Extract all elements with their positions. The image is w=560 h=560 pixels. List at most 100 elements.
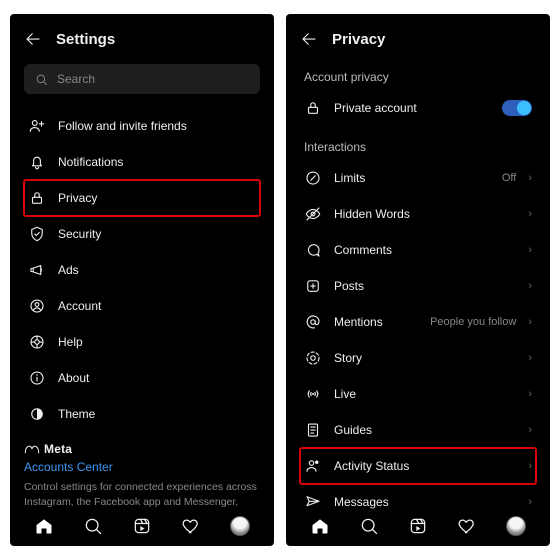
tab-activity[interactable] <box>181 516 201 536</box>
live-icon <box>304 385 322 403</box>
notifications-row[interactable]: Notifications <box>24 144 260 180</box>
chevron-right-icon: › <box>528 496 532 508</box>
meta-brand-text: Meta <box>44 442 72 456</box>
live-row[interactable]: Live › <box>300 376 536 412</box>
search-icon <box>34 72 49 87</box>
search-input[interactable]: Search <box>24 64 260 94</box>
row-label: Help <box>58 335 256 349</box>
theme-row[interactable]: Theme <box>24 396 260 432</box>
row-label: Hidden Words <box>334 207 516 221</box>
comment-icon <box>304 241 322 259</box>
chevron-right-icon: › <box>528 424 532 436</box>
privacy-title: Privacy <box>332 31 385 48</box>
row-label: Follow and invite friends <box>58 119 256 133</box>
limits-row[interactable]: Limits Off › <box>300 160 536 196</box>
search-placeholder: Search <box>57 72 95 86</box>
tab-reels[interactable] <box>132 516 152 536</box>
meta-logo-icon <box>24 444 40 455</box>
lock-icon <box>28 189 46 207</box>
message-icon <box>304 493 322 510</box>
row-label: Messages <box>334 495 516 509</box>
tab-profile[interactable] <box>506 516 526 536</box>
chevron-right-icon: › <box>528 208 532 220</box>
tab-reels[interactable] <box>408 516 428 536</box>
security-row[interactable]: Security <box>24 216 260 252</box>
settings-title: Settings <box>56 31 115 48</box>
posts-row[interactable]: Posts› <box>300 268 536 304</box>
story-row[interactable]: Story › <box>300 340 536 376</box>
chevron-right-icon: › <box>528 244 532 256</box>
account-row[interactable]: Account <box>24 288 260 324</box>
back-arrow-icon[interactable] <box>300 30 318 48</box>
limits-icon <box>304 169 322 187</box>
row-label: Mentions <box>334 315 418 329</box>
chevron-right-icon: › <box>528 460 532 472</box>
lifebuoy-icon <box>28 333 46 351</box>
row-label: Account <box>58 299 256 313</box>
lock-icon <box>304 99 322 117</box>
chevron-right-icon: › <box>528 172 532 184</box>
help-row[interactable]: Help <box>24 324 260 360</box>
megaphone-icon <box>28 261 46 279</box>
row-label: Privacy <box>58 191 256 205</box>
chevron-right-icon: › <box>528 388 532 400</box>
info-icon <box>28 369 46 387</box>
about-row[interactable]: About <box>24 360 260 396</box>
messages-row[interactable]: Messages › <box>300 484 536 510</box>
mentions-row[interactable]: Mentions People you follow › <box>300 304 536 340</box>
tab-bar <box>10 510 274 546</box>
chevron-right-icon: › <box>528 280 532 292</box>
private-account-toggle[interactable] <box>502 100 532 116</box>
chevron-right-icon: › <box>528 316 532 328</box>
meta-blurb: Control settings for connected experienc… <box>24 480 260 510</box>
tab-home[interactable] <box>310 516 330 536</box>
account-icon <box>28 297 46 315</box>
hidden-words-row[interactable]: Hidden Words › <box>300 196 536 232</box>
comments-row[interactable]: Comments › <box>300 232 536 268</box>
guides-icon <box>304 421 322 439</box>
row-label: Live <box>334 387 516 401</box>
row-label: Guides <box>334 423 516 437</box>
settings-screen: Settings Search Follow and invite friend… <box>10 14 274 546</box>
row-label: Security <box>58 227 256 241</box>
ads-row[interactable]: Ads <box>24 252 260 288</box>
row-label: About <box>58 371 256 385</box>
plus-box-icon <box>304 277 322 295</box>
row-trail: Off <box>502 172 516 184</box>
row-label: Story <box>334 351 516 365</box>
chevron-right-icon: › <box>528 352 532 364</box>
shield-icon <box>28 225 46 243</box>
person-plus-icon <box>28 117 46 135</box>
privacy-screen: Privacy Account privacy Private account … <box>286 14 550 546</box>
row-label: Comments <box>334 243 516 257</box>
tab-search[interactable] <box>83 516 103 536</box>
row-trail: People you follow <box>430 316 516 328</box>
tab-activity[interactable] <box>457 516 477 536</box>
meta-section: Meta Accounts Center Control settings fo… <box>24 442 260 510</box>
story-icon <box>304 349 322 367</box>
tab-search[interactable] <box>359 516 379 536</box>
row-label: Ads <box>58 263 256 277</box>
tab-bar <box>286 510 550 546</box>
privacy-row[interactable]: Privacy <box>24 180 260 216</box>
accounts-center-link[interactable]: Accounts Center <box>24 460 260 474</box>
row-label: Activity Status <box>334 459 516 473</box>
tab-home[interactable] <box>34 516 54 536</box>
section-account-privacy: Account privacy <box>300 56 536 90</box>
private-account-label: Private account <box>334 101 490 115</box>
at-icon <box>304 313 322 331</box>
tab-profile[interactable] <box>230 516 250 536</box>
section-interactions: Interactions <box>300 126 536 160</box>
back-arrow-icon[interactable] <box>24 30 42 48</box>
guides-row[interactable]: Guides › <box>300 412 536 448</box>
activity-icon <box>304 457 322 475</box>
private-account-row[interactable]: Private account <box>300 90 536 126</box>
row-label: Limits <box>334 171 490 185</box>
row-label: Theme <box>58 407 256 421</box>
eye-off-icon <box>304 205 322 223</box>
theme-icon <box>28 405 46 423</box>
follow-and-invite-friends-row[interactable]: Follow and invite friends <box>24 108 260 144</box>
row-label: Notifications <box>58 155 256 169</box>
activity-status-row[interactable]: Activity Status › <box>300 448 536 484</box>
settings-header: Settings <box>10 14 274 56</box>
